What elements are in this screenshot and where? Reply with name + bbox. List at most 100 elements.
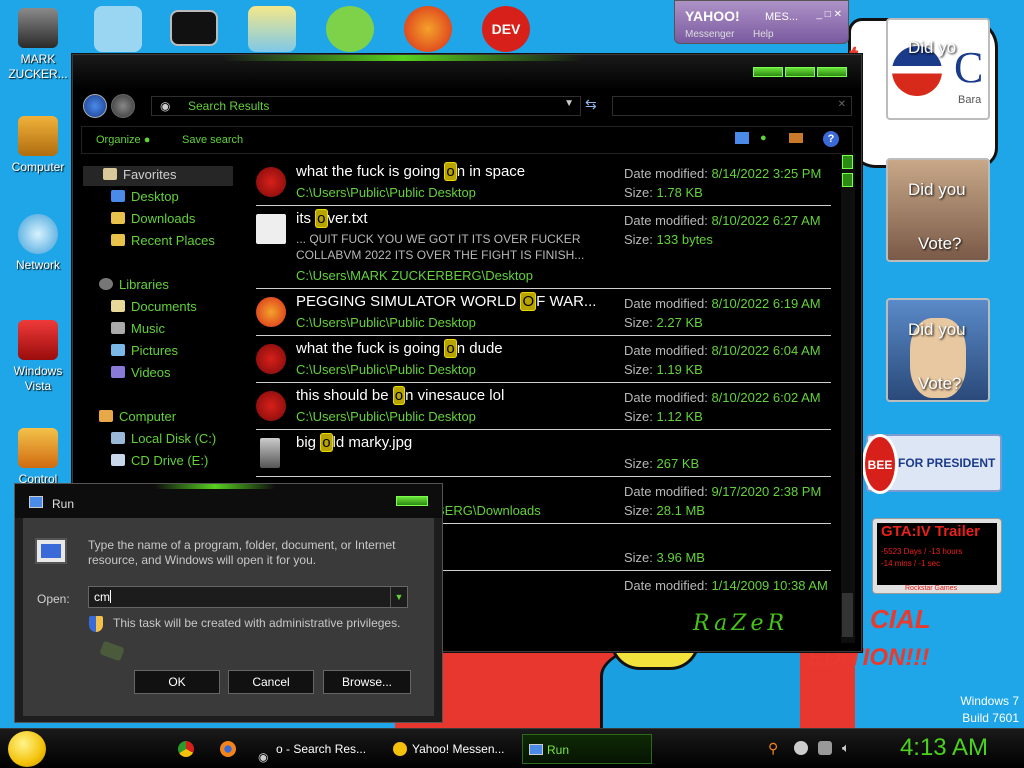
- scroll-track-bottom[interactable]: [842, 593, 853, 637]
- gta-gadget[interactable]: GTA:IV Trailer -5523 Days / -13 hours -1…: [872, 518, 1002, 594]
- nav-favorites[interactable]: Favorites: [83, 166, 233, 186]
- cmd-icon[interactable]: [170, 10, 218, 46]
- taskbar-item-search[interactable]: ◉ o - Search Res...: [252, 734, 380, 764]
- result-row[interactable]: what the fuck is going on dude C:\Users\…: [256, 338, 831, 383]
- scroll-up-button[interactable]: [842, 155, 853, 169]
- open-input[interactable]: cm ▼: [88, 586, 408, 608]
- search-results-icon: ◉: [160, 99, 171, 113]
- views-icon[interactable]: [735, 132, 749, 144]
- result-size: Size: 1.78 KB: [624, 185, 703, 200]
- result-row[interactable]: big o ld marky.jpg Size: 267 KB: [256, 432, 831, 477]
- back-icon[interactable]: [83, 94, 107, 118]
- organize-button[interactable]: Organize ●: [96, 134, 150, 146]
- result-path: C:\Users\Public\Public Desktop: [296, 409, 476, 424]
- address-field[interactable]: Search Results ◉ ▼: [151, 96, 581, 116]
- nav-documents[interactable]: Documents: [111, 299, 197, 314]
- mccain-gadget[interactable]: Did you Vote?: [886, 158, 990, 262]
- desktop-icon-recycle[interactable]: Windows Vista: [2, 320, 74, 394]
- text-cursor: [110, 590, 111, 603]
- refresh-icon[interactable]: ⇆: [585, 96, 597, 113]
- nav-libraries[interactable]: Libraries: [99, 277, 169, 292]
- nav-music[interactable]: Music: [111, 321, 165, 336]
- admin-note: This task will be created with administr…: [113, 616, 401, 630]
- yahoo-smiley-icon: [393, 742, 407, 756]
- taskbar-item-yahoo[interactable]: Yahoo! Messen...: [388, 734, 516, 764]
- yahoo-logo: YAHOO!: [685, 8, 740, 24]
- chevron-down-icon[interactable]: ▼: [564, 98, 574, 109]
- text-file-icon: [256, 214, 286, 244]
- clear-search-icon[interactable]: ✕: [838, 99, 846, 110]
- chrome-icon[interactable]: [178, 741, 194, 757]
- search-icon[interactable]: ⚲: [768, 741, 782, 755]
- for-president-banner: BEE FOR PRESIDENT: [862, 434, 1002, 494]
- result-snippet: COLLABVM 2022 ITS OVER THE FIGHT IS FINI…: [296, 248, 585, 262]
- view-dropdown-icon[interactable]: ●: [760, 132, 767, 144]
- taskbar-item-run[interactable]: Run: [522, 734, 652, 764]
- nav-recent-places[interactable]: Recent Places: [111, 233, 215, 248]
- help-icon[interactable]: ?: [823, 131, 839, 147]
- desktop-icon-label: Network: [15, 258, 60, 272]
- network-globe-icon: [18, 214, 58, 254]
- result-row[interactable]: this should be on vinesauce lol C:\Users…: [256, 385, 831, 430]
- razer-mouse-icon: [99, 640, 125, 662]
- result-row[interactable]: PEGGING SIMULATOR WORLD OF WAR... C:\Use…: [256, 291, 831, 336]
- clinton-gadget[interactable]: Did you Vote?: [886, 298, 990, 402]
- chevron-down-icon[interactable]: ▼: [390, 587, 407, 607]
- clock[interactable]: 4:13 AM: [900, 734, 988, 762]
- yahoo-window-controls[interactable]: _ □ ✕: [816, 9, 842, 20]
- yahoo-menu-help[interactable]: Help: [753, 29, 774, 40]
- taskbar: ◉ o - Search Res... Yahoo! Messen... Run …: [0, 728, 1024, 768]
- obama-sub: Bara: [958, 94, 982, 106]
- recycle-bin-icon: [18, 320, 58, 360]
- nav-local-disk[interactable]: Local Disk (C:): [111, 431, 216, 446]
- run-titlebar[interactable]: Run: [15, 484, 442, 518]
- maximize-button[interactable]: [785, 67, 815, 77]
- computer-icon: [99, 410, 113, 422]
- run-dialog[interactable]: Run Type the name of a program, folder, …: [14, 483, 443, 723]
- desktop-icon-network[interactable]: Network: [2, 214, 74, 273]
- close-button[interactable]: [817, 67, 847, 77]
- forward-icon[interactable]: [111, 94, 135, 118]
- minimize-button[interactable]: [753, 67, 783, 77]
- desktop-icon-control[interactable]: Control: [2, 428, 74, 487]
- devcpp-icon[interactable]: DEV: [482, 6, 530, 52]
- desktop-icon-computer[interactable]: Computer: [2, 116, 74, 175]
- action-center-icon[interactable]: [818, 741, 832, 755]
- desktop-top-icon-1[interactable]: [94, 6, 142, 52]
- for-president-text: FOR PRESIDENT: [898, 456, 996, 470]
- nav-downloads[interactable]: Downloads: [111, 211, 195, 226]
- explorer-address-bar: Search Results ◉ ▼ ⇆ ✕: [73, 90, 861, 122]
- nav-videos[interactable]: Videos: [111, 365, 171, 380]
- ok-button[interactable]: OK: [134, 670, 220, 694]
- window-caption-buttons: [753, 67, 847, 77]
- nav-cd-drive[interactable]: CD Drive (E:): [111, 453, 208, 468]
- start-button[interactable]: [8, 731, 46, 767]
- cancel-button[interactable]: Cancel: [228, 670, 314, 694]
- close-button[interactable]: [396, 496, 428, 506]
- result-row[interactable]: its o ver.txt ... QUIT FUCK YOU WE GOT IT…: [256, 208, 831, 289]
- result-size: Size: 2.27 KB: [624, 315, 703, 330]
- preview-pane-icon[interactable]: [789, 133, 803, 143]
- yahoo-messenger-window[interactable]: YAHOO! MES... Messenger Help _ □ ✕: [674, 0, 849, 44]
- desktop-icon-mark[interactable]: MARK ZUCKER...: [2, 8, 74, 82]
- yahoo-menu-messenger[interactable]: Messenger: [685, 29, 734, 40]
- tray-icon[interactable]: [794, 741, 808, 755]
- nav-computer[interactable]: Computer: [99, 409, 176, 424]
- browse-button[interactable]: Browse...: [323, 670, 411, 694]
- search-input[interactable]: ✕: [612, 96, 852, 116]
- firefox-icon[interactable]: [220, 741, 236, 757]
- obama-gadget[interactable]: Did yo C Bara: [886, 18, 990, 120]
- nav-pictures[interactable]: Pictures: [111, 343, 178, 358]
- result-row[interactable]: what the fuck is going on in space C:\Us…: [256, 161, 831, 206]
- volume-icon[interactable]: 🔈︎: [842, 741, 856, 755]
- scroll-thumb[interactable]: [842, 173, 853, 187]
- results-scrollbar[interactable]: [841, 153, 855, 643]
- pegging-app-icon: [256, 297, 286, 327]
- desktop-top-icon-3[interactable]: [248, 6, 296, 52]
- gta-countdown-1: -5523 Days / -13 hours: [881, 547, 963, 556]
- pegging-app-icon[interactable]: [404, 6, 452, 52]
- explorer-titlebar[interactable]: [73, 55, 861, 90]
- nav-desktop[interactable]: Desktop: [111, 189, 179, 204]
- pig-icon[interactable]: [326, 6, 374, 52]
- save-search-button[interactable]: Save search: [182, 134, 243, 146]
